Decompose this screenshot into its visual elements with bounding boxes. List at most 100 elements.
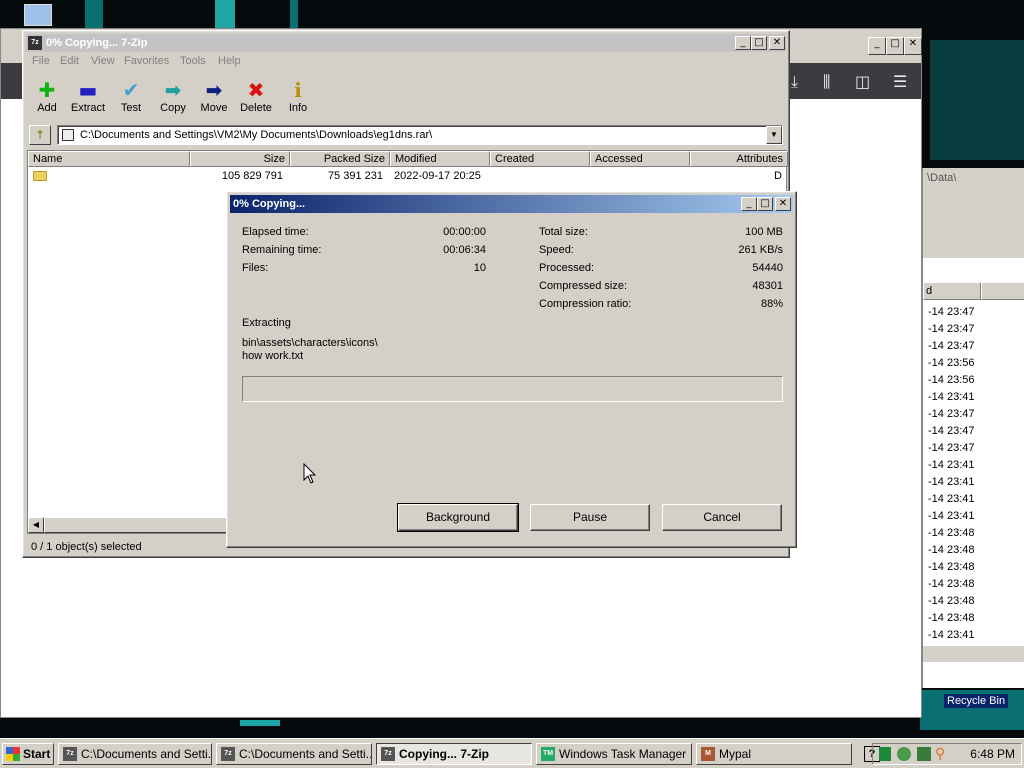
taskbar-item-mypal[interactable]: M Mypal [696, 743, 852, 765]
list-item[interactable]: -14 23:41 [928, 459, 974, 471]
search-icon[interactable]: ⚲ [935, 746, 945, 762]
list-item[interactable]: -14 23:47 [928, 425, 974, 437]
menu-icon[interactable]: ☰ [893, 72, 907, 91]
list-item[interactable]: -14 23:48 [928, 527, 974, 539]
recycle-icon[interactable] [897, 747, 911, 761]
library-icon[interactable]: ⫼ [823, 72, 830, 92]
column-size[interactable]: Size [190, 151, 290, 167]
elapsed-time-value: 00:00:00 [443, 226, 486, 238]
compressed-size-value: 48301 [752, 280, 783, 292]
menu-view[interactable]: View [91, 55, 115, 67]
list-item[interactable]: -14 23:47 [928, 340, 974, 352]
menu-favorites[interactable]: Favorites [124, 55, 169, 67]
taskbar-item-task-manager[interactable]: TM Windows Task Manager [536, 743, 692, 765]
copy-button[interactable]: ➡ Copy [151, 78, 195, 114]
close-button[interactable]: ✕ [775, 197, 791, 211]
explorer-scrollbar[interactable] [923, 646, 1024, 662]
volume-icon[interactable] [917, 747, 931, 761]
pause-button[interactable]: Pause [530, 504, 650, 531]
row-size: 105 829 791 [221, 170, 283, 182]
list-item[interactable]: -14 23:47 [928, 323, 974, 335]
info-button[interactable]: i Info [276, 78, 320, 114]
list-item[interactable]: -14 23:47 [928, 442, 974, 454]
list-item[interactable]: -14 23:56 [928, 357, 974, 369]
column-name[interactable]: Name [28, 151, 190, 167]
list-item[interactable]: -14 23:41 [928, 476, 974, 488]
taskbar-item-7zip-1[interactable]: 7z C:\Documents and Setti... [58, 743, 212, 765]
delete-button[interactable]: ✖ Delete [234, 78, 278, 114]
minimize-button[interactable]: _ [868, 37, 886, 55]
column-attributes[interactable]: Attributes [690, 151, 788, 167]
list-item[interactable]: -14 23:48 [928, 612, 974, 624]
explorer-address: \Data\ [923, 168, 1024, 188]
check-icon: ✔ [122, 78, 140, 102]
extract-button[interactable]: ▬ Extract [66, 78, 110, 114]
dialog-title: 0% Copying... [233, 198, 306, 210]
minimize-button[interactable]: _ [741, 197, 757, 211]
background-button[interactable]: Background [397, 503, 519, 532]
computer-icon[interactable] [24, 4, 52, 26]
scroll-left-icon[interactable]: ◀ [28, 517, 44, 533]
up-folder-button[interactable]: ↑ [29, 125, 51, 145]
row-modified: 2022-09-17 20:25 [394, 170, 481, 182]
explorer-column-header-2[interactable] [981, 282, 1024, 300]
explorer-column-header[interactable]: d [923, 282, 981, 300]
list-item[interactable]: -14 23:48 [928, 595, 974, 607]
desktop-pattern [85, 0, 103, 28]
desktop-pattern [215, 0, 235, 28]
compression-ratio-label: Compression ratio: [539, 298, 632, 310]
taskbar-item-7zip-2[interactable]: 7z C:\Documents and Setti... [216, 743, 372, 765]
scroll-thumb[interactable] [44, 517, 234, 533]
add-button[interactable]: ✚ Add [25, 78, 69, 114]
list-item[interactable]: -14 23:48 [928, 544, 974, 556]
list-item[interactable]: -14 23:47 [928, 306, 974, 318]
close-button[interactable]: ✕ [769, 36, 785, 50]
row-packed-size: 75 391 231 [327, 170, 383, 182]
network-icon[interactable] [879, 747, 891, 761]
compression-ratio-value: 88% [760, 298, 783, 310]
list-item[interactable]: -14 23:41 [928, 391, 974, 403]
close-button[interactable]: ✕ [904, 37, 922, 55]
menu-tools[interactable]: Tools [180, 55, 206, 67]
cancel-button[interactable]: Cancel [662, 504, 782, 531]
menu-edit[interactable]: Edit [60, 55, 79, 67]
column-modified[interactable]: Modified [390, 151, 490, 167]
column-created[interactable]: Created [490, 151, 590, 167]
column-packed-size[interactable]: Packed Size [290, 151, 390, 167]
dropdown-arrow-icon[interactable]: ▼ [766, 126, 782, 144]
processed-value: 54440 [752, 262, 783, 274]
elapsed-time-label: Elapsed time: [242, 226, 309, 238]
download-icon[interactable]: ⤓ [791, 72, 798, 92]
mypal-icon: M [701, 747, 715, 761]
recycle-bin-label[interactable]: Recycle Bin [944, 694, 1009, 708]
list-item[interactable]: -14 23:47 [928, 408, 974, 420]
maximize-button[interactable]: □ [886, 37, 904, 55]
7zip-app-icon: 7z [63, 747, 77, 761]
taskbar-item-copying[interactable]: 7z Copying... 7-Zip [376, 743, 532, 765]
7zip-titlebar[interactable]: 7z 0% Copying... 7-Zip [26, 34, 786, 52]
move-button[interactable]: ➡ Move [192, 78, 236, 114]
menu-help[interactable]: Help [218, 55, 241, 67]
7zip-app-icon: 7z [28, 36, 42, 50]
window-title: 0% Copying... 7-Zip [46, 37, 148, 49]
list-item[interactable]: -14 23:48 [928, 561, 974, 573]
column-accessed[interactable]: Accessed [590, 151, 690, 167]
total-size-label: Total size: [539, 226, 588, 238]
start-button[interactable]: Start [2, 743, 54, 765]
sidebar-icon[interactable]: ◫ [855, 72, 870, 91]
list-item[interactable]: -14 23:41 [928, 629, 974, 641]
test-button[interactable]: ✔ Test [109, 78, 153, 114]
path-input[interactable]: C:\Documents and Settings\VM2\My Documen… [57, 125, 783, 145]
plus-icon: ✚ [38, 78, 56, 102]
maximize-button[interactable]: □ [757, 197, 773, 211]
desktop-pattern [290, 0, 298, 28]
info-icon: i [294, 78, 302, 102]
list-item[interactable]: -14 23:41 [928, 510, 974, 522]
list-item[interactable]: -14 23:56 [928, 374, 974, 386]
list-item[interactable]: -14 23:41 [928, 493, 974, 505]
maximize-button[interactable]: □ [751, 36, 767, 50]
dialog-titlebar[interactable]: 0% Copying... [230, 195, 793, 213]
minimize-button[interactable]: _ [735, 36, 751, 50]
menu-file[interactable]: File [32, 55, 50, 67]
list-item[interactable]: -14 23:48 [928, 578, 974, 590]
